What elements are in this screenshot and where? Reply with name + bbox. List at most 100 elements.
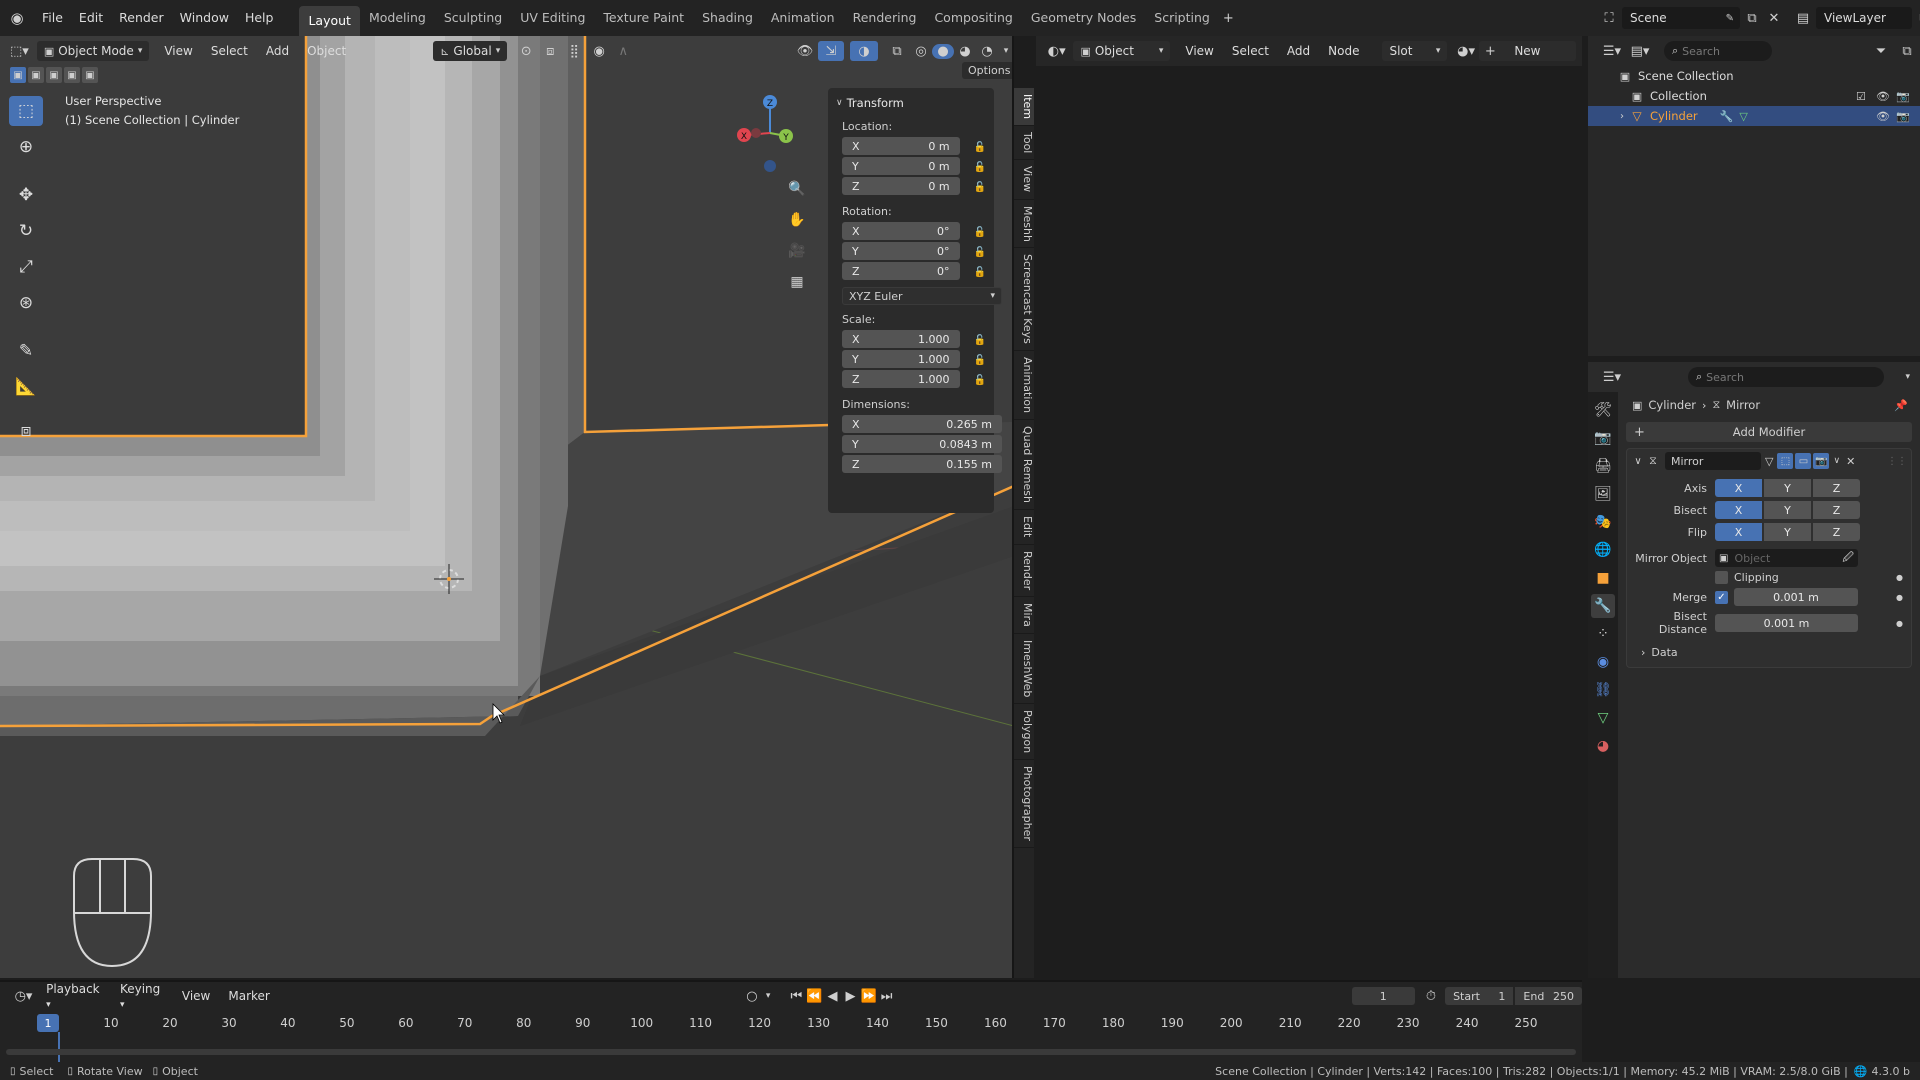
rotation-z-field[interactable]: Z 0° xyxy=(842,262,960,280)
menu-file[interactable]: File xyxy=(34,0,71,36)
view-layer-selector[interactable]: ViewLayer xyxy=(1816,7,1912,29)
modifier-wrench-icon[interactable]: 🔧 xyxy=(1720,110,1734,123)
new-collection-icon[interactable]: ⧉ xyxy=(1894,44,1920,59)
measure-tool-icon[interactable]: 📐 xyxy=(9,372,43,402)
snap-icon[interactable]: ⧈ xyxy=(539,44,561,59)
select-subtract-icon[interactable]: ▣ xyxy=(46,67,62,83)
close-icon[interactable]: ✕ xyxy=(1846,455,1855,468)
merge-checkbox[interactable]: ✓ xyxy=(1715,590,1728,604)
flip-y-toggle[interactable]: Y xyxy=(1764,523,1811,541)
physics-tab-icon[interactable]: ◉ xyxy=(1591,650,1615,674)
outliner-row-scene-collection[interactable]: ▣ Scene Collection xyxy=(1588,66,1920,86)
checkbox-icon[interactable]: ☑ xyxy=(1856,90,1866,103)
pan-hand-icon[interactable]: ✋ xyxy=(786,209,808,231)
side-tab-edit[interactable]: Edit xyxy=(1014,510,1034,545)
overlay-toggle-icon[interactable]: ◑ xyxy=(850,41,878,61)
scene-icon[interactable]: ⛶ xyxy=(1596,11,1622,26)
lock-icon[interactable]: 🔓 xyxy=(974,355,986,366)
side-tab-tool[interactable]: Tool xyxy=(1014,126,1034,161)
select-extend-icon[interactable]: ▣ xyxy=(28,67,44,83)
visibility-icon[interactable]: 👁 xyxy=(792,44,818,59)
timeline-ruler[interactable]: 1 10 20 30 40 50 60 70 80 90 100 110 120 130 140 150 16… xyxy=(0,1014,1582,1068)
lock-icon[interactable]: 🔓 xyxy=(974,267,986,278)
lock-icon[interactable]: 🔓 xyxy=(974,162,986,173)
tab-layout[interactable]: Layout xyxy=(299,6,360,36)
tab-shading[interactable]: Shading xyxy=(693,0,762,36)
merge-distance-field[interactable]: 0.001 m xyxy=(1734,588,1858,606)
auto-keying-icon[interactable]: ○ xyxy=(743,989,761,1004)
camera-view-icon[interactable]: 🎥 xyxy=(786,240,808,262)
tab-texture-paint[interactable]: Texture Paint xyxy=(594,0,693,36)
editor-type-icon[interactable]: ◷▾ xyxy=(10,989,37,1004)
location-y-field[interactable]: Y 0 m xyxy=(842,157,960,175)
end-frame-field[interactable]: End 250 xyxy=(1515,987,1582,1005)
select-intersect-icon[interactable]: ▣ xyxy=(82,67,98,83)
modifier-tab-icon[interactable]: 🔧 xyxy=(1591,594,1615,618)
current-frame-field[interactable]: 1 xyxy=(1351,987,1415,1005)
lock-icon[interactable]: 🔓 xyxy=(974,182,986,193)
material-tab-icon[interactable]: ◕ xyxy=(1591,734,1615,758)
scene-selector[interactable]: Scene ✎ xyxy=(1622,7,1740,29)
flip-z-toggle[interactable]: Z xyxy=(1813,523,1860,541)
bisect-x-toggle[interactable]: X xyxy=(1715,501,1762,519)
menu-help[interactable]: Help xyxy=(237,0,282,36)
mesh-data-icon[interactable]: ▽ xyxy=(1739,110,1747,123)
tab-modeling[interactable]: Modeling xyxy=(360,0,435,36)
select-box-tool-icon[interactable]: ⬚ xyxy=(9,96,43,126)
lock-icon[interactable]: 🔓 xyxy=(974,247,986,258)
transform-tool-icon[interactable]: ⊛ xyxy=(9,288,43,318)
shader-node-editor[interactable]: ◐▾ ▣ Object ▾ View Select Add Node Slot … xyxy=(1036,36,1582,978)
side-tab-view[interactable]: View xyxy=(1014,160,1034,200)
clipping-checkbox[interactable] xyxy=(1715,571,1728,584)
lock-icon[interactable]: 🔓 xyxy=(974,142,986,153)
dimension-y-field[interactable]: Y 0.0843 m xyxy=(842,435,1002,453)
editmode-cage-icon[interactable]: ⬚ xyxy=(1777,453,1794,469)
rendered-shading-icon[interactable]: ◔ xyxy=(976,44,998,59)
side-tab-photographer[interactable]: Photographer xyxy=(1014,760,1034,849)
solid-shading-icon[interactable]: ● xyxy=(932,43,954,59)
add-cube-tool-icon[interactable]: ⧈ xyxy=(9,416,43,446)
ne-menu-select[interactable]: Select xyxy=(1223,44,1278,58)
object-tab-icon[interactable]: ■ xyxy=(1591,566,1615,590)
location-x-field[interactable]: X 0 m xyxy=(842,137,960,155)
drag-handle-icon[interactable]: ⋮⋮ xyxy=(1887,456,1907,467)
tl-menu-keying[interactable]: Keying ▾ xyxy=(111,982,173,1010)
menu-edit[interactable]: Edit xyxy=(71,0,111,36)
eye-icon[interactable]: 👁 xyxy=(1876,90,1890,103)
scale-tool-icon[interactable]: ⤢ xyxy=(9,252,43,282)
keyframe-dot-icon[interactable]: ● xyxy=(1896,573,1903,582)
jump-prev-keyframe-icon[interactable]: ⏪ xyxy=(805,989,823,1004)
editor-type-icon[interactable]: ☰▾ xyxy=(1598,44,1626,59)
xray-icon[interactable]: ⧉ xyxy=(884,44,910,59)
proportional-edit-icon[interactable]: ◉ xyxy=(587,44,611,59)
editor-type-icon[interactable]: ◐▾ xyxy=(1044,44,1069,59)
current-frame-marker[interactable]: 1 xyxy=(37,1014,59,1032)
transform-panel-header[interactable]: ∨ Transform xyxy=(836,94,986,112)
scale-z-field[interactable]: Z 1.000 xyxy=(842,370,960,388)
collapse-chevron-icon[interactable]: ∨ xyxy=(1631,456,1645,467)
axis-z-toggle[interactable]: Z xyxy=(1813,479,1860,497)
snap-target-icon[interactable]: ⣿ xyxy=(561,44,587,59)
tab-scripting[interactable]: Scripting xyxy=(1145,0,1219,36)
ne-menu-view[interactable]: View xyxy=(1176,44,1222,58)
tab-animation[interactable]: Animation xyxy=(762,0,844,36)
orientation-selector[interactable]: ⊾ Global ▾ xyxy=(433,41,508,61)
dimension-x-field[interactable]: X 0.265 m xyxy=(842,415,1002,433)
location-z-field[interactable]: Z 0 m xyxy=(842,177,960,195)
tl-menu-marker[interactable]: Marker xyxy=(219,989,278,1003)
outliner-row-cylinder[interactable]: › ▽ Cylinder 🔧 ▽ 👁 📷 xyxy=(1588,106,1920,126)
falloff-icon[interactable]: ∧ xyxy=(611,44,635,59)
rotation-x-field[interactable]: X 0° xyxy=(842,222,960,240)
3d-viewport[interactable]: Z Y X ⬚▾ ▣ Object Mode ▾ View Select Add… xyxy=(0,36,1014,978)
axis-x-toggle[interactable]: X xyxy=(1715,479,1762,497)
delete-scene-icon[interactable]: ✕ xyxy=(1764,11,1784,26)
shading-options-icon[interactable]: ▾ xyxy=(998,46,1012,56)
tab-sculpting[interactable]: Sculpting xyxy=(435,0,511,36)
side-tab-render[interactable]: Render xyxy=(1014,545,1034,597)
blender-logo-icon[interactable]: ◉ xyxy=(0,9,34,27)
filter-icon[interactable]: ⏷ xyxy=(1868,44,1894,59)
lock-icon[interactable]: 🔓 xyxy=(974,375,986,386)
chevron-down-icon[interactable]: ∨ xyxy=(1833,456,1840,466)
side-tab-mira[interactable]: Mira xyxy=(1014,597,1034,634)
vp-menu-add[interactable]: Add xyxy=(257,44,298,58)
